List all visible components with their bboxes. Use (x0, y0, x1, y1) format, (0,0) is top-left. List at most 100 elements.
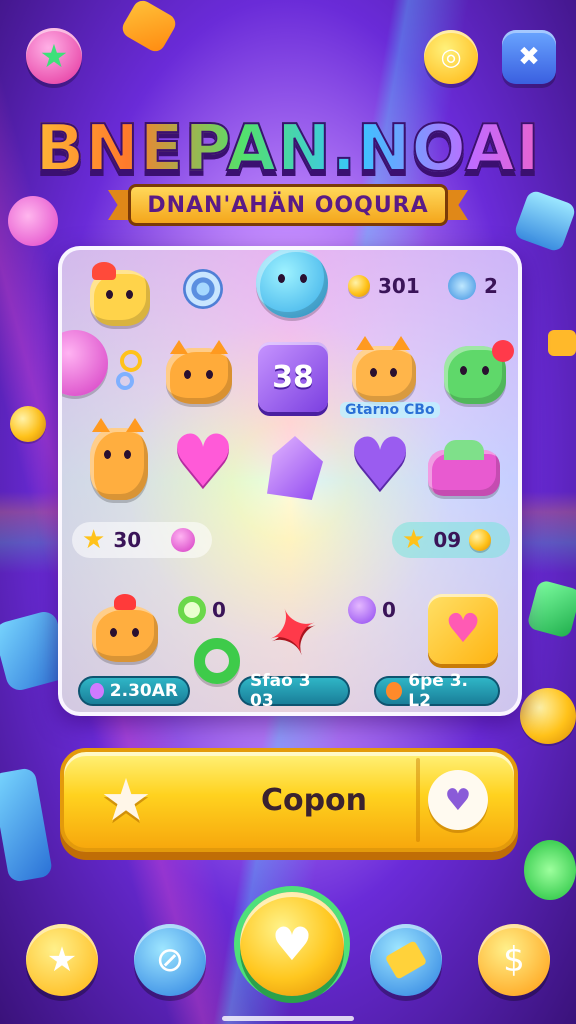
puzzle-menu-button[interactable]: ✖ (502, 30, 556, 84)
board-tile-green-donut[interactable] (192, 636, 242, 686)
footer-pill-3-label: 6pe 3. L2 (408, 671, 468, 711)
top-stat-a: 301 (348, 268, 420, 304)
board-tile-orange-cat[interactable] (162, 338, 236, 408)
red-hat-icon (114, 594, 136, 610)
mid-counter-b: 0 (348, 592, 396, 628)
coin-icon (469, 529, 492, 551)
cat-ear (92, 418, 110, 432)
board-tile-red-star[interactable]: ✦ (256, 588, 330, 674)
game-title: BNEPAN.NOAI (0, 111, 576, 187)
nav-ticket-button[interactable] (370, 924, 442, 996)
blue-heart-icon: ♥ (347, 422, 413, 506)
top-stat-b: 2 (448, 268, 498, 304)
eye (110, 628, 117, 637)
star-badge-button[interactable]: ★ (26, 28, 82, 84)
cat-ear (210, 340, 228, 354)
board-tile-pink-car[interactable] (424, 436, 504, 506)
floating-cup-blue (512, 188, 576, 254)
mid-counter-b-value: 0 (382, 598, 396, 622)
board-tile-green-frog[interactable] (438, 336, 514, 412)
puzzle-menu-icon: ✖ (518, 42, 540, 72)
home-indicator (222, 1016, 354, 1021)
car-window (444, 440, 484, 460)
footer-pill-3: 6pe 3. L2 (374, 671, 500, 711)
fruit-icon (386, 682, 403, 700)
footer-pill-1: 2.30AR (78, 676, 190, 706)
board-tile-swirl-candy[interactable] (180, 266, 226, 312)
cat-ear (356, 336, 374, 350)
heart-block-icon: ♥ (445, 606, 481, 652)
nav-planet-button[interactable]: ⊘ (134, 924, 206, 996)
main-action-button[interactable]: ★ Copon ♥ (60, 748, 518, 852)
gold-star-icon: ★ (402, 525, 426, 555)
cat-standing-character (90, 428, 148, 500)
floating-cube-green (526, 579, 576, 639)
eye (390, 368, 397, 377)
ticket-icon (384, 940, 428, 980)
nav-money-button[interactable]: $ (478, 924, 550, 996)
game-subtitle: DNAN'AHÄN OOQURA (128, 184, 448, 226)
cat-ear (170, 340, 188, 354)
right-score-pill: ★ 09 (392, 522, 510, 558)
top-stat-a-value: 301 (378, 274, 420, 298)
board-tile-cat-standing[interactable] (82, 412, 154, 504)
orange-cat-character (166, 348, 232, 404)
green-donut-icon (194, 638, 240, 684)
eye (124, 450, 131, 459)
coin-icon (348, 275, 370, 297)
board-tile-purple-gem[interactable] (260, 432, 330, 504)
tile-38-label: 38 (272, 359, 314, 395)
purple-orb-icon (348, 596, 376, 624)
pink-candy-ball-icon (62, 330, 108, 396)
nav-star-button[interactable]: ★ (26, 924, 98, 996)
yellow-star-icon: ★ (82, 525, 106, 555)
red-hat-icon (92, 262, 116, 280)
planet-icon: ⊘ (155, 940, 185, 980)
purple-gem-icon (267, 436, 323, 500)
cat-ear (392, 336, 410, 350)
red-star-icon: ✦ (256, 587, 330, 675)
top-stat-b-value: 2 (484, 274, 498, 298)
board-tile-pink-ball[interactable] (62, 328, 110, 398)
board-tile-pink-heart[interactable]: ♥ (166, 425, 240, 497)
nav-play-button[interactable]: ♥ (240, 892, 344, 996)
eye (184, 370, 191, 379)
mid-counter-a: 0 (178, 592, 226, 628)
eye (300, 274, 307, 283)
board-tile-yellow-cat[interactable] (84, 262, 154, 332)
footer-pill-2-label: Sfao 3 03 (250, 671, 311, 711)
board-tile-tabby-cat[interactable] (346, 334, 422, 410)
board-tile-heart-outline[interactable]: ♥ (344, 422, 416, 506)
eye (106, 290, 113, 299)
eye (126, 290, 133, 299)
star-badge-icon: ★ (39, 37, 69, 75)
board-tile-blue-blob[interactable] (252, 250, 332, 322)
white-star-icon: ★ (100, 766, 152, 834)
board-tile-heart-block[interactable]: ♥ (428, 594, 498, 664)
tabby-cat-character (352, 346, 416, 402)
button-divider (416, 758, 420, 842)
left-score-pill: ★ 30 (72, 522, 212, 558)
floating-ring-green (524, 840, 576, 900)
right-score-value: 09 (433, 528, 462, 552)
gem-icon (90, 683, 104, 699)
apple-icon (492, 340, 514, 362)
flower-heart-icon[interactable]: ♥ (428, 770, 488, 830)
board-tile-cat-hat[interactable] (88, 590, 162, 666)
green-ring-icon (178, 596, 206, 624)
floating-candy-pink (8, 196, 58, 246)
coin-shop-icon: ◎ (440, 43, 462, 71)
board-tile-38-block[interactable]: 38 (258, 342, 328, 412)
main-action-label: Copon (260, 782, 368, 818)
coin-shop-button[interactable]: ◎ (424, 30, 478, 84)
eye (278, 274, 285, 283)
floating-bar-orange (548, 330, 576, 356)
floating-coin-right (520, 688, 576, 748)
eye (132, 628, 139, 637)
eye (206, 370, 213, 379)
eye (104, 450, 111, 459)
eye (370, 368, 377, 377)
creature-name-tag: Gtarno CBo (340, 402, 440, 418)
footer-pill-1-label: 2.30AR (109, 681, 178, 701)
floating-candy-orange (119, 0, 179, 55)
